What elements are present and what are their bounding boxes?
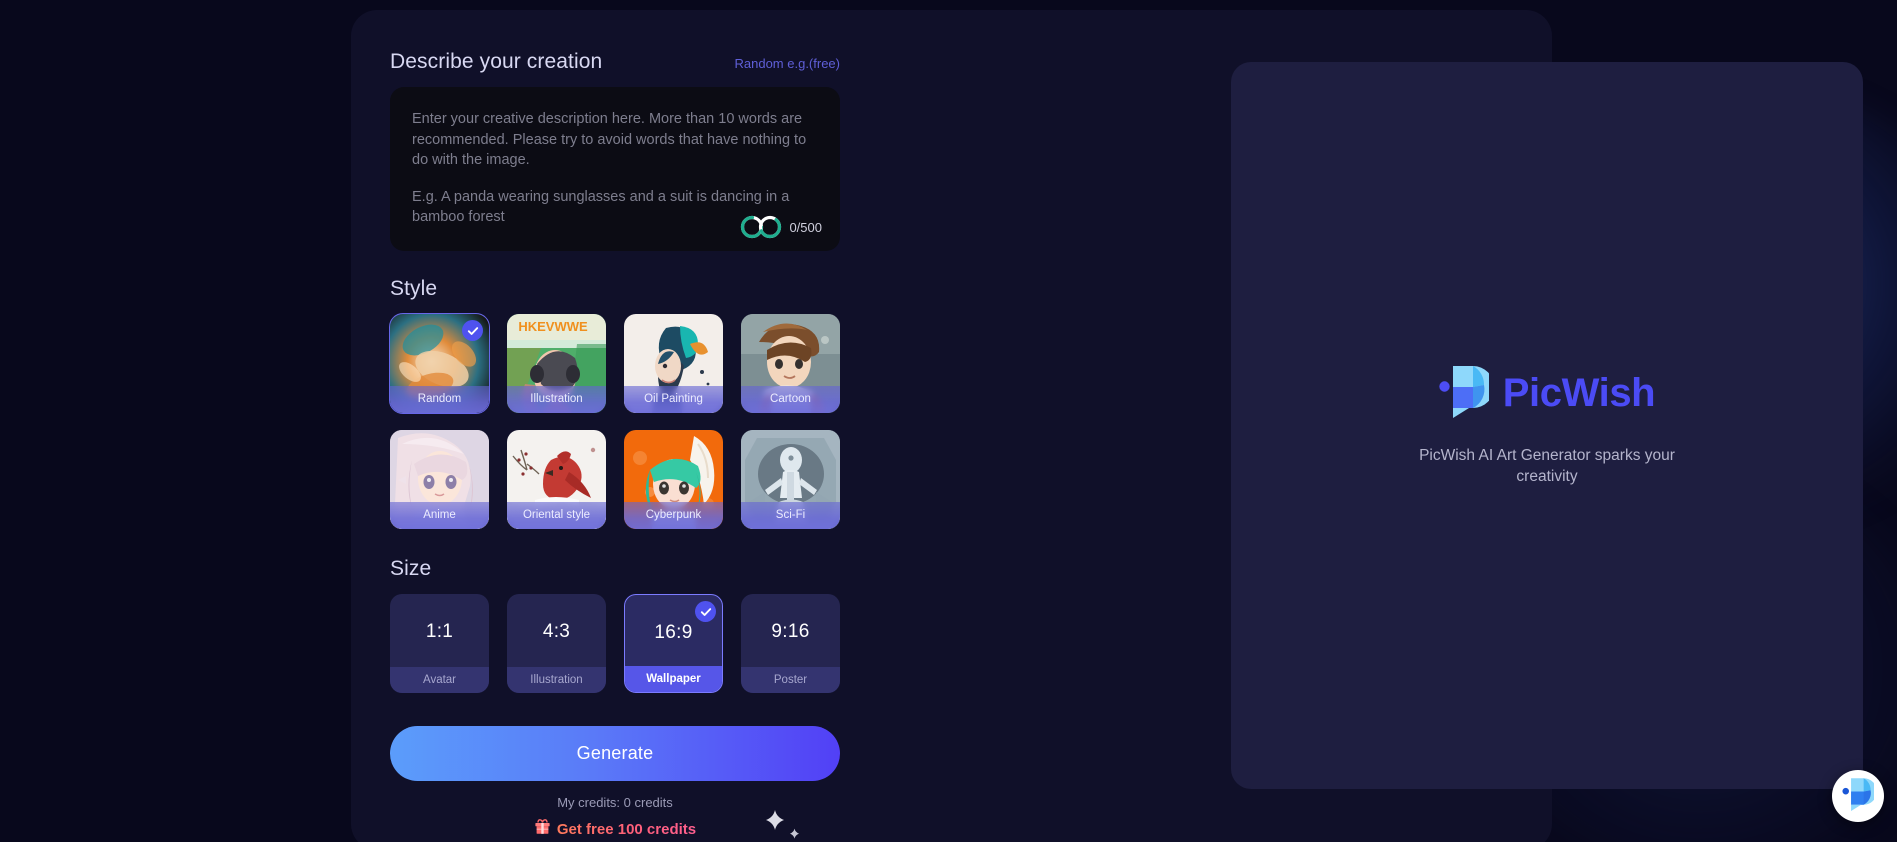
style-label: Anime: [390, 502, 489, 529]
size-name-label: Avatar: [390, 667, 489, 693]
picwish-logo-icon: [1439, 364, 1494, 423]
size-card-16-9[interactable]: 16:9 Wallpaper: [624, 594, 723, 693]
size-name-label: Poster: [741, 667, 840, 693]
style-label: Cyberpunk: [624, 502, 723, 529]
style-label: Oriental style: [507, 502, 606, 529]
style-card-anime[interactable]: Anime: [390, 430, 489, 529]
get-free-credits-text: Get free 100 credits: [556, 820, 697, 838]
picwish-logo: PicWish: [1439, 364, 1656, 423]
style-card-cartoon[interactable]: Cartoon: [741, 314, 840, 413]
style-label: Sci-Fi: [741, 502, 840, 529]
page-title: Describe your creation: [390, 50, 603, 73]
size-ratio-label: 1:1: [425, 621, 454, 642]
get-free-credits-link[interactable]: Get free 100 credits: [390, 810, 840, 842]
picwish-logo-text: PicWish: [1502, 371, 1656, 415]
sparkle-icon-large: [764, 809, 786, 836]
style-card-random[interactable]: Random: [389, 313, 490, 414]
size-card-9-16[interactable]: 9:16 Poster: [741, 594, 840, 693]
style-card-oil-painting[interactable]: Oil Painting: [624, 314, 723, 413]
picwish-chat-icon: [1842, 777, 1877, 816]
size-section-title: Size: [390, 557, 432, 580]
gift-icon: [534, 818, 551, 840]
describe-header: Describe your creation Random e.g.(free): [390, 50, 840, 74]
controls-column: Describe your creation Random e.g.(free)…: [389, 50, 840, 842]
page-background: Describe your creation Random e.g.(free)…: [0, 0, 1897, 842]
char-counter-text: 0/500: [787, 218, 824, 236]
size-card-4-3[interactable]: 4:3 Illustration: [507, 594, 606, 693]
style-section-title: Style: [390, 277, 438, 300]
size-ratio-label: 16:9: [654, 622, 693, 643]
style-label: Oil Painting: [624, 386, 723, 413]
style-label: Cartoon: [741, 386, 840, 413]
style-section: Style Random HKEVWWE Illustration Oil Pa…: [389, 277, 840, 529]
ai-art-generator-card: Describe your creation Random e.g.(free)…: [351, 10, 1863, 842]
size-card-1-1[interactable]: 1:1 Avatar: [390, 594, 489, 693]
prompt-placeholder-text: Enter your creative description here. Mo…: [412, 111, 807, 168]
style-card-cyberpunk[interactable]: Cyberpunk: [624, 430, 723, 529]
chat-widget-button[interactable]: [1832, 770, 1884, 822]
generate-button[interactable]: Generate: [390, 726, 840, 781]
random-example-link[interactable]: Random e.g.(free): [735, 56, 841, 71]
style-card-illustration[interactable]: HKEVWWE Illustration: [507, 314, 606, 413]
size-name-label: Wallpaper: [625, 666, 722, 692]
style-label: Random: [390, 386, 489, 413]
size-name-label: Illustration: [507, 667, 606, 693]
size-grid: 1:1 Avatar 4:3 Illustration 16:9 Wallpap…: [390, 594, 840, 693]
style-grid: Random HKEVWWE Illustration Oil Painting…: [389, 313, 840, 529]
size-section: Size 1:1 Avatar 4:3 Illustration 16:9 Wa…: [390, 557, 840, 693]
style-card-oriental-style[interactable]: Oriental style: [507, 430, 606, 529]
svg-text:HKEVWWE: HKEVWWE: [518, 319, 588, 334]
loading-spinner-icon: [739, 215, 783, 239]
sparkle-icon-small: [789, 826, 800, 842]
style-card-sci-fi[interactable]: Sci-Fi: [741, 430, 840, 529]
style-label: Illustration: [507, 386, 606, 413]
preview-panel: PicWish PicWish AI Art Generator sparks …: [1231, 62, 1863, 789]
size-ratio-label: 9:16: [771, 621, 810, 642]
my-credits-text: My credits: 0 credits: [557, 795, 673, 810]
preview-tagline: PicWish AI Art Generator sparks your cre…: [1419, 447, 1675, 485]
size-ratio-label: 4:3: [542, 621, 571, 642]
prompt-input[interactable]: Enter your creative description here. Mo…: [390, 87, 840, 251]
style-selected-check-icon: [462, 320, 483, 341]
char-counter: 0/500: [739, 215, 824, 239]
